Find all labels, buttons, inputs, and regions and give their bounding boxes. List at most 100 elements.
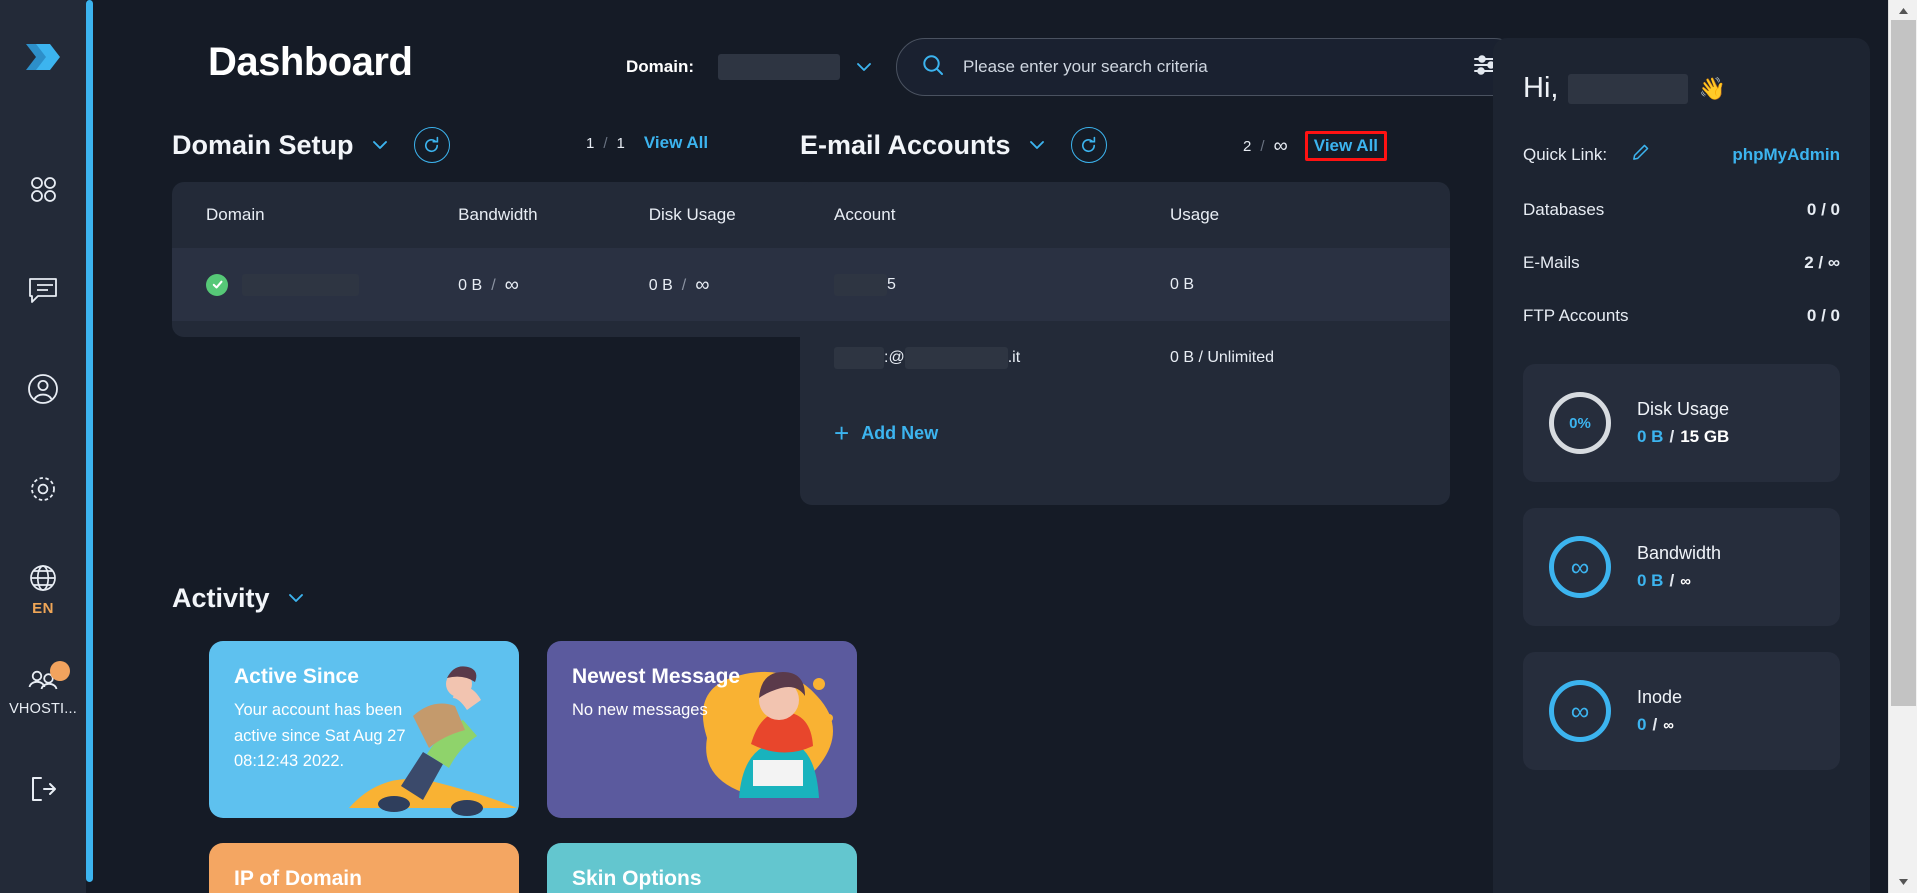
tile-title: Skin Options — [572, 867, 702, 890]
globe-icon — [26, 561, 60, 595]
search-input[interactable] — [963, 57, 1454, 77]
domain-setup-count-total: 1 — [616, 134, 625, 152]
domain-setup-refresh-button[interactable] — [413, 127, 450, 163]
column-header-usage: Usage — [1170, 205, 1220, 224]
table-row[interactable]: :@ .it 0 B / Unlimited — [800, 321, 1450, 394]
cell-account: :@ .it — [834, 346, 1170, 369]
domain-setup-view-all-link[interactable]: View All — [644, 133, 708, 153]
email-accounts-view-all-link[interactable]: View All — [1304, 131, 1388, 161]
email-count-separator: / — [1260, 137, 1265, 155]
stat-value: 0 / 0 — [1806, 306, 1840, 325]
search-box[interactable] — [896, 38, 1523, 96]
cell-usage: 0 B — [1170, 275, 1195, 293]
activity-title: Activity — [172, 582, 270, 613]
email-accounts-chevron-down-icon[interactable] — [1029, 140, 1045, 150]
usage-used: 0 B — [1637, 571, 1664, 590]
cell-usage: 0 B / Unlimited — [1170, 348, 1275, 366]
column-header-account: Account — [834, 205, 896, 224]
account-visible-part: 5 — [887, 275, 896, 293]
sidebar-item-apps[interactable] — [0, 139, 86, 239]
bandwidth-total: ∞ — [504, 273, 519, 296]
sidebar-item-language[interactable]: EN — [0, 539, 86, 639]
disk-usage-percent: 0% — [1569, 414, 1591, 432]
domain-setup-count: 1 / 1 View All — [586, 133, 708, 153]
topbar: Domain: — [626, 38, 1523, 96]
bandwidth-ring-text: ∞ — [1570, 552, 1590, 582]
inode-ring-text: ∞ — [1570, 696, 1590, 726]
vhosti-logo[interactable] — [22, 36, 64, 83]
usage-card-inode[interactable]: ∞ Inode 0/∞ — [1523, 652, 1840, 770]
sidebar-item-account-name[interactable]: VHOSTI... — [0, 639, 86, 739]
activity-tile-newest-message[interactable]: Newest Message No new messages — [547, 641, 857, 818]
activity-chevron-down-icon[interactable] — [288, 593, 304, 603]
usage-card-value: 0 B/15 GB — [1637, 427, 1730, 446]
column-header-disk-usage: Disk Usage — [648, 205, 736, 224]
usage-card-name: Disk Usage — [1637, 399, 1730, 419]
activity-tile-skin-options[interactable]: Skin Options — [547, 843, 857, 893]
usage-card-disk[interactable]: 0% Disk Usage 0 B/15 GB — [1523, 364, 1840, 482]
page-scrollbar[interactable] — [1888, 0, 1917, 893]
quick-link-label: Quick Link: — [1523, 145, 1608, 164]
usage-used: 0 B — [1637, 427, 1664, 446]
account-visible-part: :@ — [884, 348, 905, 366]
user-name-redacted — [1568, 73, 1689, 104]
activity-tile-ip-of-domain[interactable]: IP of Domain — [209, 843, 519, 893]
plus-icon: + — [834, 418, 850, 448]
domain-label: Domain: — [626, 57, 694, 76]
activity-tile-active-since[interactable]: Active Since Your account has been activ… — [209, 641, 519, 818]
usage-card-name: Inode — [1637, 687, 1683, 707]
account-domain-redacted — [904, 346, 1008, 369]
add-new-email-button[interactable]: + Add New — [800, 394, 1450, 446]
stat-value: 2 / ∞ — [1804, 253, 1840, 272]
domain-value-redacted — [718, 54, 840, 80]
email-accounts-refresh-button[interactable] — [1070, 127, 1107, 163]
cell-bandwidth: 0 B / ∞ — [458, 273, 519, 296]
email-table-header: Account Usage — [800, 182, 1450, 248]
sidebar-item-settings[interactable] — [0, 439, 86, 539]
sidebar-item-logout[interactable] — [0, 739, 86, 839]
dashboard-page: EN VHOSTI... Dashboard Domain: Please en… — [0, 0, 1917, 893]
domain-select[interactable] — [718, 54, 872, 80]
tile-title: Newest Message — [572, 665, 741, 688]
table-row[interactable]: 0 B / ∞ 0 B / ∞ — [172, 248, 822, 321]
stat-label: FTP Accounts — [1523, 306, 1629, 325]
disk-total: ∞ — [695, 273, 710, 296]
wave-emoji-icon: 👋 — [1698, 75, 1726, 101]
disk-used: 0 B — [648, 276, 673, 294]
domain-setup-chevron-down-icon[interactable] — [372, 140, 388, 150]
apps-grid-icon — [26, 172, 60, 206]
logout-icon — [26, 772, 60, 806]
search-icon — [921, 53, 945, 82]
cell-account: 5 — [834, 273, 1170, 296]
sidebar-item-account[interactable] — [0, 339, 86, 439]
domain-setup-card: Domain Bandwidth Disk Usage 0 B / ∞ 0 B / ∞ — [172, 182, 822, 337]
disk-usage-ring: 0% — [1549, 392, 1611, 454]
usage-card-value: 0 B / ∞ — [1637, 571, 1691, 590]
domain-setup-count-separator: / — [603, 134, 608, 152]
email-accounts-title: E-mail Accounts — [800, 129, 1011, 160]
table-row[interactable]: 5 0 B — [800, 248, 1450, 321]
stat-ftp-accounts: FTP Accounts 0 / 0 — [1523, 306, 1840, 326]
chat-icon — [26, 272, 60, 306]
domain-name-redacted — [242, 273, 359, 296]
column-header-domain: Domain — [206, 205, 265, 224]
scrollbar-thumb[interactable] — [1891, 20, 1916, 706]
usage-card-bandwidth[interactable]: ∞ Bandwidth 0 B / ∞ — [1523, 508, 1840, 626]
tile-subtitle: No new messages — [572, 701, 708, 719]
cell-disk-usage: 0 B / ∞ — [648, 273, 710, 296]
gear-icon — [26, 472, 60, 506]
phpmyadmin-link[interactable]: phpMyAdmin — [1732, 145, 1840, 165]
bandwidth-used: 0 B — [458, 276, 483, 294]
quick-link-row: Quick Link: phpMyAdmin — [1523, 143, 1840, 167]
sidebar-item-messages[interactable] — [0, 239, 86, 339]
inode-ring: ∞ — [1549, 680, 1611, 742]
scroll-down-arrow-icon[interactable] — [1889, 873, 1917, 891]
account-suffix: .it — [1007, 348, 1021, 366]
right-panel: Hi, 👋 Quick Link: phpMyAdmin Databases 0… — [1493, 38, 1870, 893]
tile-title: IP of Domain — [234, 867, 362, 890]
scroll-up-arrow-icon[interactable] — [1889, 2, 1917, 20]
email-accounts-header: E-mail Accounts — [800, 125, 1107, 165]
domain-setup-title: Domain Setup — [172, 129, 354, 160]
greeting: Hi, 👋 — [1523, 72, 1840, 105]
edit-pencil-icon[interactable] — [1631, 143, 1650, 167]
